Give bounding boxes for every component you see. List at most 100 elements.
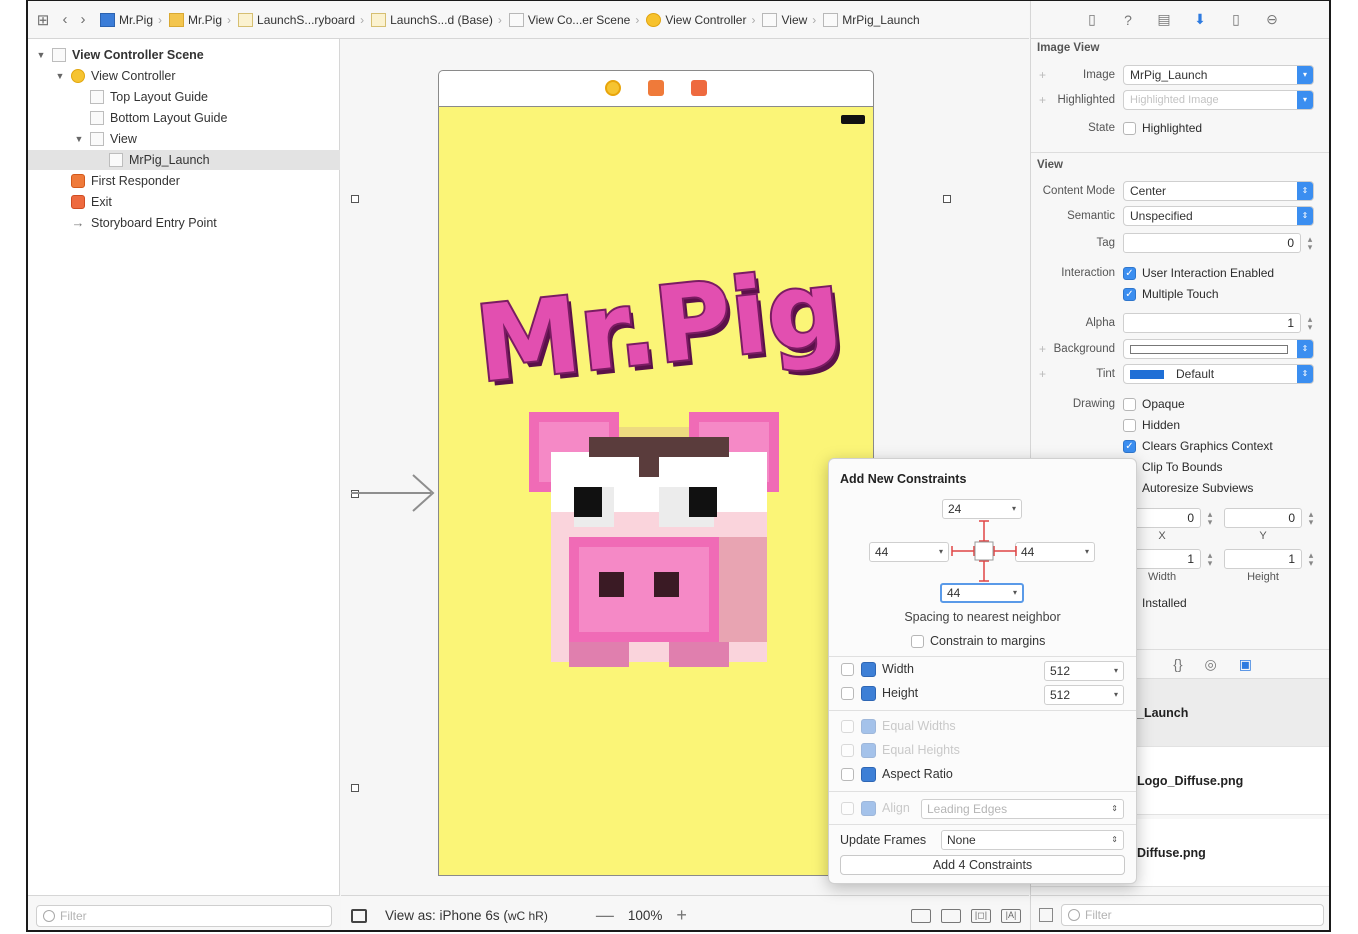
- tint-row: + Tint Default ⇕: [1031, 363, 1329, 385]
- resolve-issues-icon[interactable]: |A|: [1001, 909, 1021, 923]
- width-value-field[interactable]: 512 ▾: [1044, 661, 1124, 681]
- outline-item[interactable]: Bottom Layout Guide: [28, 108, 340, 128]
- outline-item[interactable]: ▼ View: [28, 129, 340, 149]
- view-controller-icon[interactable]: [605, 80, 621, 96]
- opaque-checkbox[interactable]: [1123, 397, 1136, 411]
- pin-diagram[interactable]: [949, 519, 1019, 583]
- outline-item[interactable]: → Storyboard Entry Point: [28, 213, 340, 233]
- view-controller-frame[interactable]: Mr.Pig Mr.Pig: [438, 70, 874, 876]
- outline-item[interactable]: ▼ View Controller Scene: [28, 45, 340, 65]
- storyboard-entry-arrow[interactable]: [351, 471, 437, 515]
- size-inspector-icon[interactable]: ▯: [1227, 11, 1245, 29]
- object-library-icon[interactable]: ◎: [1205, 656, 1217, 673]
- outline-item[interactable]: Exit: [28, 192, 340, 212]
- tag-stepper[interactable]: ▴ ▾: [1306, 235, 1314, 252]
- top-spacing-field[interactable]: 24 ▾: [942, 499, 1022, 519]
- right-spacing-field[interactable]: 44 ▾: [1015, 542, 1095, 562]
- library-filter-field[interactable]: Filter: [1061, 903, 1324, 926]
- toggle-outline-icon[interactable]: [351, 908, 367, 923]
- view-as-label[interactable]: View as: iPhone 6s (wC hR): [385, 908, 548, 923]
- image-row: + Image MrPig_Launch ▾: [1031, 64, 1329, 86]
- outline-item[interactable]: MrPig_Launch: [28, 150, 340, 170]
- stack-icon[interactable]: [941, 909, 961, 923]
- zoom-in-button[interactable]: +: [676, 905, 687, 926]
- grid-icon[interactable]: ⊞: [34, 11, 52, 29]
- outline-filter-field[interactable]: Filter: [36, 904, 332, 927]
- file-inspector-icon[interactable]: ▯: [1083, 11, 1101, 29]
- chevron-right-icon: ›: [751, 12, 756, 27]
- iphone-screen[interactable]: Mr.Pig Mr.Pig: [438, 106, 874, 876]
- alpha-stepper[interactable]: ▴ ▾: [1306, 315, 1314, 332]
- scene-icon: [508, 12, 524, 27]
- media-library-icon[interactable]: ▣: [1239, 656, 1252, 673]
- equal-widths-icon: [861, 719, 876, 734]
- breadcrumb-item[interactable]: View Co...er Scene ›: [508, 12, 645, 27]
- popover-title: Add New Constraints: [840, 472, 967, 486]
- breadcrumb-item[interactable]: LaunchS...ryboard ›: [238, 12, 369, 27]
- resize-handle[interactable]: [943, 195, 951, 203]
- tint-color-popup[interactable]: Default ⇕: [1123, 364, 1314, 384]
- resize-handle[interactable]: [351, 195, 359, 203]
- code-snippet-icon[interactable]: {}: [1173, 656, 1182, 672]
- highlighted-row: + Highlighted Highlighted Image ▾: [1031, 89, 1329, 111]
- attributes-inspector-icon[interactable]: ⬇: [1191, 11, 1209, 29]
- tag-field[interactable]: 0: [1123, 233, 1301, 253]
- breadcrumb-item[interactable]: View Controller ›: [646, 12, 760, 27]
- equal-heights-checkbox[interactable]: [841, 744, 854, 757]
- update-frames-popup[interactable]: None ⇕: [941, 830, 1124, 850]
- outline-item[interactable]: First Responder: [28, 171, 340, 191]
- alpha-field[interactable]: 1: [1123, 313, 1301, 333]
- add-constraints-button[interactable]: Add 4 Constraints: [840, 855, 1125, 875]
- hidden-checkbox[interactable]: [1123, 418, 1136, 432]
- aspect-ratio-checkbox[interactable]: [841, 768, 854, 781]
- grid-view-icon[interactable]: [1039, 907, 1053, 922]
- forward-arrow-icon[interactable]: ›: [74, 11, 92, 29]
- disclosure-triangle-icon[interactable]: ▼: [74, 134, 84, 144]
- identity-inspector-icon[interactable]: ▤: [1155, 11, 1173, 29]
- pin-constraints-icon[interactable]: |◻|: [971, 909, 991, 923]
- breadcrumb-item[interactable]: View ›: [762, 12, 821, 27]
- back-arrow-icon[interactable]: ‹: [56, 11, 74, 29]
- highlighted-image-popup[interactable]: Highlighted Image ▾: [1123, 90, 1314, 110]
- image-popup[interactable]: MrPig_Launch ▾: [1123, 65, 1314, 85]
- embed-stack-icon[interactable]: [911, 909, 931, 923]
- multiple-touch-checkbox[interactable]: ✓: [1123, 287, 1136, 301]
- equal-widths-checkbox[interactable]: [841, 720, 854, 733]
- align-popup[interactable]: Leading Edges ⇕: [921, 799, 1124, 819]
- height-checkbox[interactable]: [841, 687, 854, 700]
- filter-icon: [1068, 908, 1080, 921]
- resize-handle[interactable]: [351, 784, 359, 792]
- help-inspector-icon[interactable]: ?: [1119, 11, 1137, 29]
- align-checkbox[interactable]: [841, 802, 854, 815]
- canvas-bottom-bar: View as: iPhone 6s (wC hR) — 100% + |◻| …: [341, 895, 1029, 930]
- pig-character-image: [529, 412, 779, 667]
- outline-filter-bar: Filter: [28, 895, 340, 930]
- breadcrumb-item[interactable]: LaunchS...d (Base) ›: [371, 12, 507, 27]
- exit-icon[interactable]: [691, 80, 707, 96]
- breadcrumb-item[interactable]: Mr.Pig ›: [100, 12, 167, 27]
- background-color-popup[interactable]: ⇕: [1123, 339, 1314, 359]
- highlighted-checkbox[interactable]: [1123, 121, 1136, 135]
- height-value-field[interactable]: 512 ▾: [1044, 685, 1124, 705]
- breadcrumb-item[interactable]: Mr.Pig ›: [169, 12, 236, 27]
- connections-inspector-icon[interactable]: ⊖: [1263, 11, 1281, 29]
- left-spacing-field[interactable]: 44 ▾: [869, 542, 949, 562]
- view-icon: [762, 12, 778, 27]
- aspect-ratio-icon: [861, 767, 876, 782]
- disclosure-triangle-icon[interactable]: ▼: [55, 71, 65, 81]
- clears-graphics-checkbox[interactable]: ✓: [1123, 439, 1136, 453]
- bottom-spacing-field[interactable]: 44 ▾: [940, 583, 1024, 603]
- semantic-popup[interactable]: Unspecified ⇕: [1123, 206, 1314, 226]
- folder-icon: [169, 12, 185, 27]
- disclosure-triangle-icon[interactable]: ▼: [36, 50, 46, 60]
- outline-item[interactable]: ▼ View Controller: [28, 66, 340, 86]
- outline-item[interactable]: Top Layout Guide: [28, 87, 340, 107]
- content-mode-popup[interactable]: Center ⇕: [1123, 181, 1314, 201]
- width-checkbox[interactable]: [841, 663, 854, 676]
- zoom-out-button[interactable]: —: [596, 905, 614, 926]
- constrain-margins-checkbox[interactable]: [911, 634, 924, 648]
- first-responder-icon[interactable]: [648, 80, 664, 96]
- user-interaction-checkbox[interactable]: ✓: [1123, 266, 1136, 280]
- chevron-right-icon: ›: [497, 12, 502, 27]
- breadcrumb-item[interactable]: MrPig_Launch: [823, 12, 920, 27]
